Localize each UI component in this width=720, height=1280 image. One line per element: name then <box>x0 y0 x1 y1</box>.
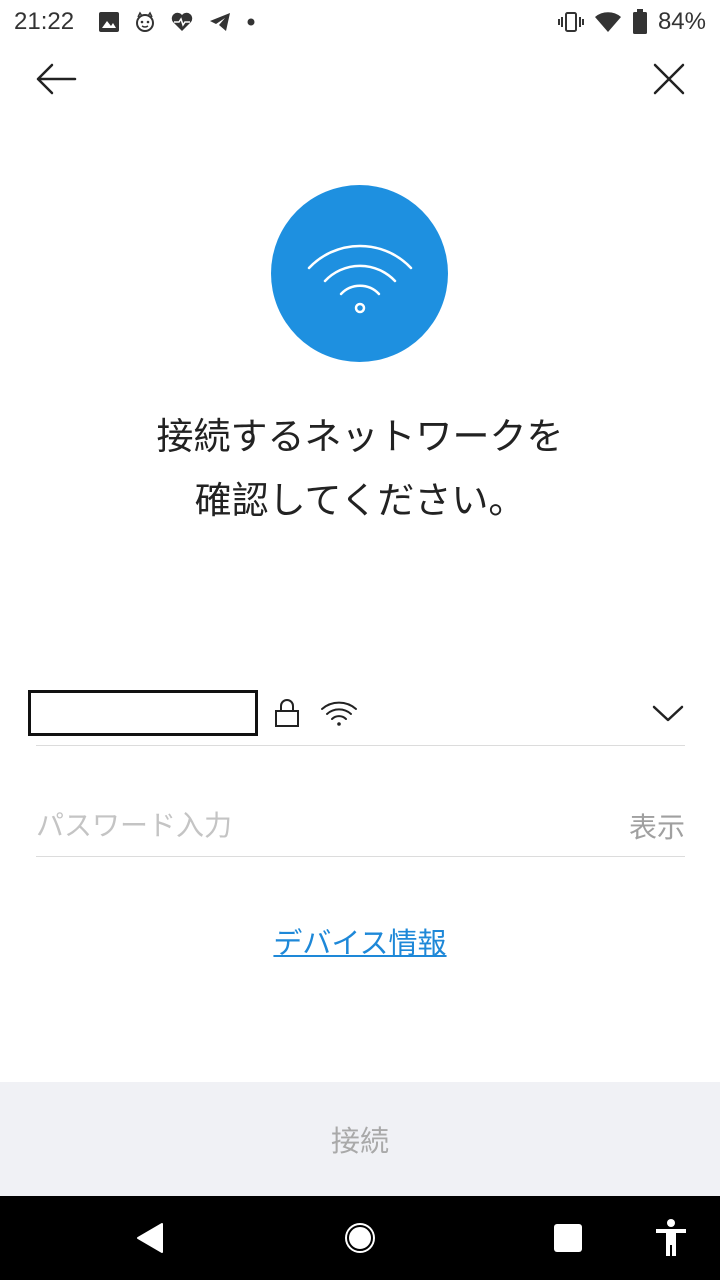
connect-button[interactable]: 接続 <box>0 1082 720 1196</box>
cat-face-icon <box>136 11 154 32</box>
back-triangle-icon[interactable] <box>134 1220 166 1256</box>
page-title: 接続するネットワークを 確認してください。 <box>0 405 720 533</box>
close-button[interactable] <box>646 56 692 102</box>
device-info-link[interactable]: デバイス情報 <box>0 920 720 962</box>
close-icon <box>653 63 685 95</box>
home-circle-icon[interactable] <box>342 1220 378 1256</box>
wifi-signal-icon <box>321 701 357 726</box>
show-password-toggle[interactable]: 表示 <box>629 806 685 846</box>
wifi-icon <box>594 12 621 32</box>
battery-percent: 84% <box>657 8 706 35</box>
recents-square-icon[interactable] <box>554 1224 582 1252</box>
wifi-icon <box>307 244 412 313</box>
image-icon <box>99 12 119 32</box>
back-button[interactable] <box>30 56 82 102</box>
title-line-2: 確認してください。 <box>194 479 526 522</box>
accessibility-icon[interactable] <box>654 1218 688 1258</box>
telegram-icon <box>210 13 230 31</box>
notification-icons <box>98 8 256 36</box>
vibrate-icon <box>557 12 584 32</box>
system-nav-bar <box>0 1196 720 1280</box>
status-time: 21:22 <box>14 8 75 35</box>
password-input[interactable] <box>36 800 596 850</box>
title-line-1: 接続するネットワークを <box>156 415 564 458</box>
wifi-hero-circle <box>271 185 448 362</box>
password-row: 表示 <box>36 800 685 857</box>
chevron-down-icon[interactable] <box>651 698 685 728</box>
dot-icon <box>247 18 255 26</box>
ssid-field[interactable] <box>28 690 258 736</box>
lock-icon <box>275 699 299 727</box>
network-selector[interactable] <box>28 690 685 746</box>
arrow-left-icon <box>36 63 77 95</box>
status-bar: 21:22 84% <box>0 0 720 46</box>
system-icons: 84% <box>557 8 706 36</box>
heart-pulse-icon <box>171 12 193 32</box>
battery-icon <box>632 9 647 34</box>
